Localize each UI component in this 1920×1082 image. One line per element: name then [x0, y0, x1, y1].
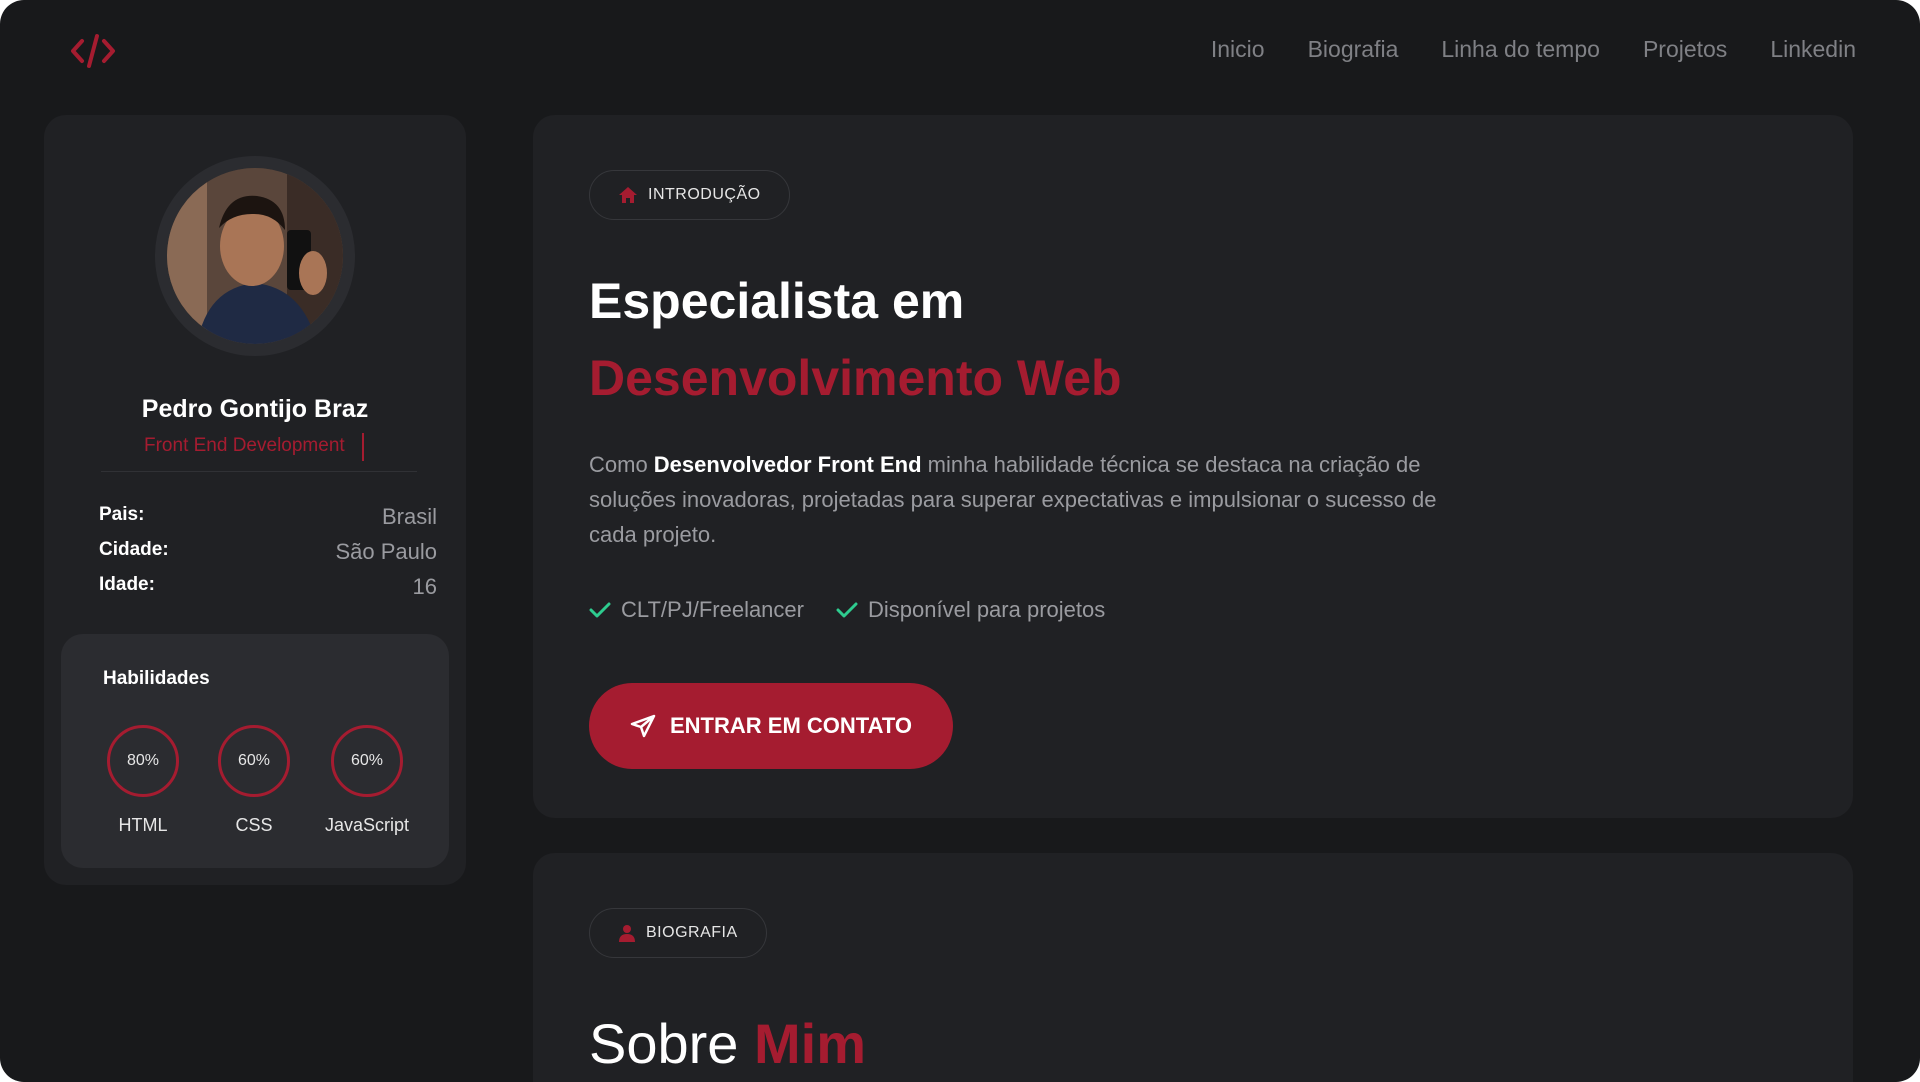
contact-button-label: ENTRAR EM CONTATO — [670, 713, 912, 738]
skill-circle: 80% — [107, 725, 179, 797]
info-value: Brasil — [381, 504, 437, 529]
hero-title-line1: Especialista em — [589, 273, 965, 329]
info-row-city: Cidade: São Paulo — [99, 539, 437, 565]
info-label: Cidade: — [99, 539, 169, 560]
profile-sidebar: Pedro Gontijo Braz Front End Development… — [44, 115, 466, 885]
info-label: Idade: — [99, 574, 155, 595]
intro-badge: INTRODUÇÃO — [589, 170, 790, 220]
info-row-country: Pais: Brasil — [99, 504, 437, 530]
bio-badge-label: BIOGRAFIA — [646, 924, 738, 941]
bio-title: Sobre Mim — [589, 1011, 866, 1076]
intro-card: INTRODUÇÃO Especialista em Desenvolvimen… — [533, 115, 1853, 818]
skill-label: JavaScript — [324, 815, 410, 835]
contact-button[interactable]: ENTRAR EM CONTATO — [589, 683, 953, 769]
bio-card: BIOGRAFIA Sobre Mim — [533, 853, 1853, 1082]
skills-title: Habilidades — [103, 668, 210, 689]
avatar-ring — [155, 156, 355, 356]
typing-caret — [362, 433, 364, 461]
check-item: CLT/PJ/Freelancer — [589, 597, 804, 623]
intro-paragraph: Como Desenvolvedor Front End minha habil… — [589, 447, 1489, 552]
divider — [101, 471, 417, 472]
skill-circle: 60% — [331, 725, 403, 797]
info-value: 16 — [412, 574, 437, 599]
bio-title-accent: Mim — [754, 1012, 866, 1075]
top-nav: Inicio Biografia Linha do tempo Projetos… — [1211, 36, 1856, 63]
check-item: Disponível para projetos — [836, 597, 1105, 623]
check-icon — [589, 602, 611, 618]
profile-role: Front End Development — [144, 435, 345, 456]
nav-item-linkedin[interactable]: Linkedin — [1770, 36, 1856, 63]
skill-label: CSS — [235, 815, 273, 835]
availability-list: CLT/PJ/Freelancer Disponível para projet… — [589, 597, 1105, 623]
skill-css: 60% CSS — [194, 725, 314, 836]
skill-circle: 60% — [218, 725, 290, 797]
skill-label: HTML — [118, 815, 168, 835]
home-icon — [619, 187, 637, 203]
nav-item-biografia[interactable]: Biografia — [1308, 36, 1399, 63]
intro-badge-label: INTRODUÇÃO — [648, 186, 761, 203]
check-icon — [836, 602, 858, 618]
info-row-age: Idade: 16 — [99, 574, 437, 600]
profile-name: Pedro Gontijo Braz — [141, 395, 369, 423]
bio-title-plain: Sobre — [589, 1012, 754, 1075]
skill-html: 80% HTML — [83, 725, 203, 836]
code-logo-icon[interactable] — [70, 30, 116, 72]
info-label: Pais: — [99, 504, 145, 525]
para-pre: Como — [589, 452, 654, 477]
check-label: CLT/PJ/Freelancer — [621, 597, 804, 622]
skills-panel: Habilidades 80% HTML 60% CSS 60% JavaScr… — [61, 634, 449, 868]
hero-title-line2: Desenvolvimento Web — [589, 350, 1122, 406]
nav-item-projetos[interactable]: Projetos — [1643, 36, 1727, 63]
info-value: São Paulo — [335, 539, 437, 564]
para-bold: Desenvolvedor Front End — [653, 452, 922, 477]
nav-item-inicio[interactable]: Inicio — [1211, 36, 1265, 63]
user-icon — [619, 925, 635, 942]
bio-badge: BIOGRAFIA — [589, 908, 767, 958]
check-label: Disponível para projetos — [867, 597, 1106, 622]
skill-javascript: 60% JavaScript — [307, 725, 427, 836]
nav-item-linha-do-tempo[interactable]: Linha do tempo — [1441, 36, 1600, 63]
send-icon — [630, 714, 656, 738]
avatar — [167, 168, 343, 344]
app-window: Inicio Biografia Linha do tempo Projetos… — [0, 0, 1920, 1082]
